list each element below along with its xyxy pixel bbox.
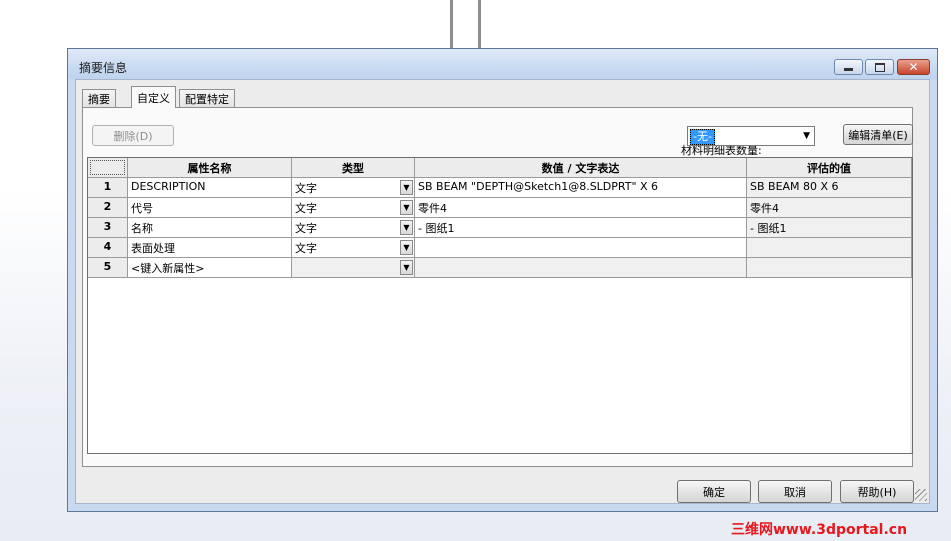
bom-quantity-value: -无- [690,129,715,145]
cancel-button[interactable]: 取消 [758,480,832,503]
dialog-client-area: 摘要 自定义 配置特定 删除(D) 材料明细表数量: -无- ▼ 编辑清单(E)… [75,79,930,504]
evaluated-value-cell [747,258,912,278]
row-number[interactable]: 1 [88,178,128,198]
row-number[interactable]: 2 [88,198,128,218]
minimize-button[interactable] [834,59,863,75]
evaluated-value-cell [747,238,912,258]
table-row: 2 代号 文字 ▼ 零件4 零件4 [88,198,912,218]
grid-scroll-edge [910,278,912,453]
table-row: 4 表面处理 文字 ▼ [88,238,912,258]
ok-button[interactable]: 确定 [677,480,751,503]
row-number[interactable]: 3 [88,218,128,238]
table-row: 3 名称 文字 ▼ - 图纸1 - 图纸1 [88,218,912,238]
type-cell-text: 文字 [295,202,317,215]
column-header-property-name[interactable]: 属性名称 [128,158,292,178]
type-cell-text: 文字 [295,242,317,255]
dropdown-arrow-icon[interactable]: ▼ [400,220,413,235]
table-row: 1 DESCRIPTION 文字 ▼ SB BEAM "DEPTH@Sketch1… [88,178,912,198]
help-button[interactable]: 帮助(H) [840,480,914,503]
properties-grid: 属性名称 类型 数值 / 文字表达 评估的值 1 DESCRIPTION 文字 ▼… [87,157,913,454]
maximize-icon [874,62,885,72]
title-bar[interactable]: 摘要信息 ✕ [68,49,937,79]
evaluated-value-cell: SB BEAM 80 X 6 [747,178,912,198]
dropdown-arrow-icon[interactable]: ▼ [400,180,413,195]
resize-grip-icon[interactable] [915,489,927,501]
grid-corner-cell[interactable] [88,158,128,178]
chevron-down-icon: ▼ [803,131,810,141]
type-cell-text: 文字 [295,222,317,235]
delete-button[interactable]: 删除(D) [92,125,174,146]
summary-info-dialog: 摘要信息 ✕ 摘要 自定义 配置特定 删除(D) 材料明细表数量: -无- ▼ … [67,48,938,512]
evaluated-value-cell: 零件4 [747,198,912,218]
dropdown-arrow-icon[interactable]: ▼ [400,260,413,275]
maximize-button[interactable] [865,59,894,75]
tab-summary[interactable]: 摘要 [82,89,116,107]
type-cell-text: 文字 [295,182,317,195]
dialog-title: 摘要信息 [79,61,128,75]
custom-properties-panel: 删除(D) 材料明细表数量: -无- ▼ 编辑清单(E) 属性名称 类型 数值 … [82,107,913,467]
value-expression-cell[interactable]: SB BEAM "DEPTH@Sketch1@8.SLDPRT" X 6 [415,178,747,198]
tab-configuration-specific[interactable]: 配置特定 [179,89,235,107]
type-cell[interactable]: 文字 ▼ [292,198,415,218]
type-cell[interactable]: 文字 ▼ [292,238,415,258]
background-model-edge [478,0,481,48]
column-header-type[interactable]: 类型 [292,158,415,178]
dropdown-arrow-icon[interactable]: ▼ [400,200,413,215]
value-expression-cell[interactable]: - 图纸1 [415,218,747,238]
type-cell[interactable]: ▼ [292,258,415,278]
bom-quantity-select[interactable]: -无- ▼ [687,126,815,146]
background-model-edge [450,0,453,48]
value-expression-cell[interactable] [415,258,747,278]
edit-list-button[interactable]: 编辑清单(E) [843,124,913,145]
row-number[interactable]: 5 [88,258,128,278]
row-number[interactable]: 4 [88,238,128,258]
property-name-cell[interactable]: 表面处理 [128,238,292,258]
property-name-cell[interactable]: DESCRIPTION [128,178,292,198]
new-property-cell[interactable]: <键入新属性> [128,258,292,278]
evaluated-value-cell: - 图纸1 [747,218,912,238]
column-header-evaluated-value[interactable]: 评估的值 [747,158,912,178]
type-cell[interactable]: 文字 ▼ [292,178,415,198]
watermark-logo-text: 三维网www.3dportal.cn [731,522,908,538]
property-name-cell[interactable]: 名称 [128,218,292,238]
table-row: 5 <键入新属性> ▼ [88,258,912,278]
close-button[interactable]: ✕ [897,59,930,75]
property-name-cell[interactable]: 代号 [128,198,292,218]
dropdown-arrow-icon[interactable]: ▼ [400,240,413,255]
close-icon: ✕ [908,60,919,74]
value-expression-cell[interactable] [415,238,747,258]
tab-custom[interactable]: 自定义 [131,86,176,108]
minimize-icon [844,68,853,71]
column-header-value-expression[interactable]: 数值 / 文字表达 [415,158,747,178]
value-expression-cell[interactable]: 零件4 [415,198,747,218]
type-cell[interactable]: 文字 ▼ [292,218,415,238]
grid-header: 属性名称 类型 数值 / 文字表达 评估的值 [88,158,912,178]
